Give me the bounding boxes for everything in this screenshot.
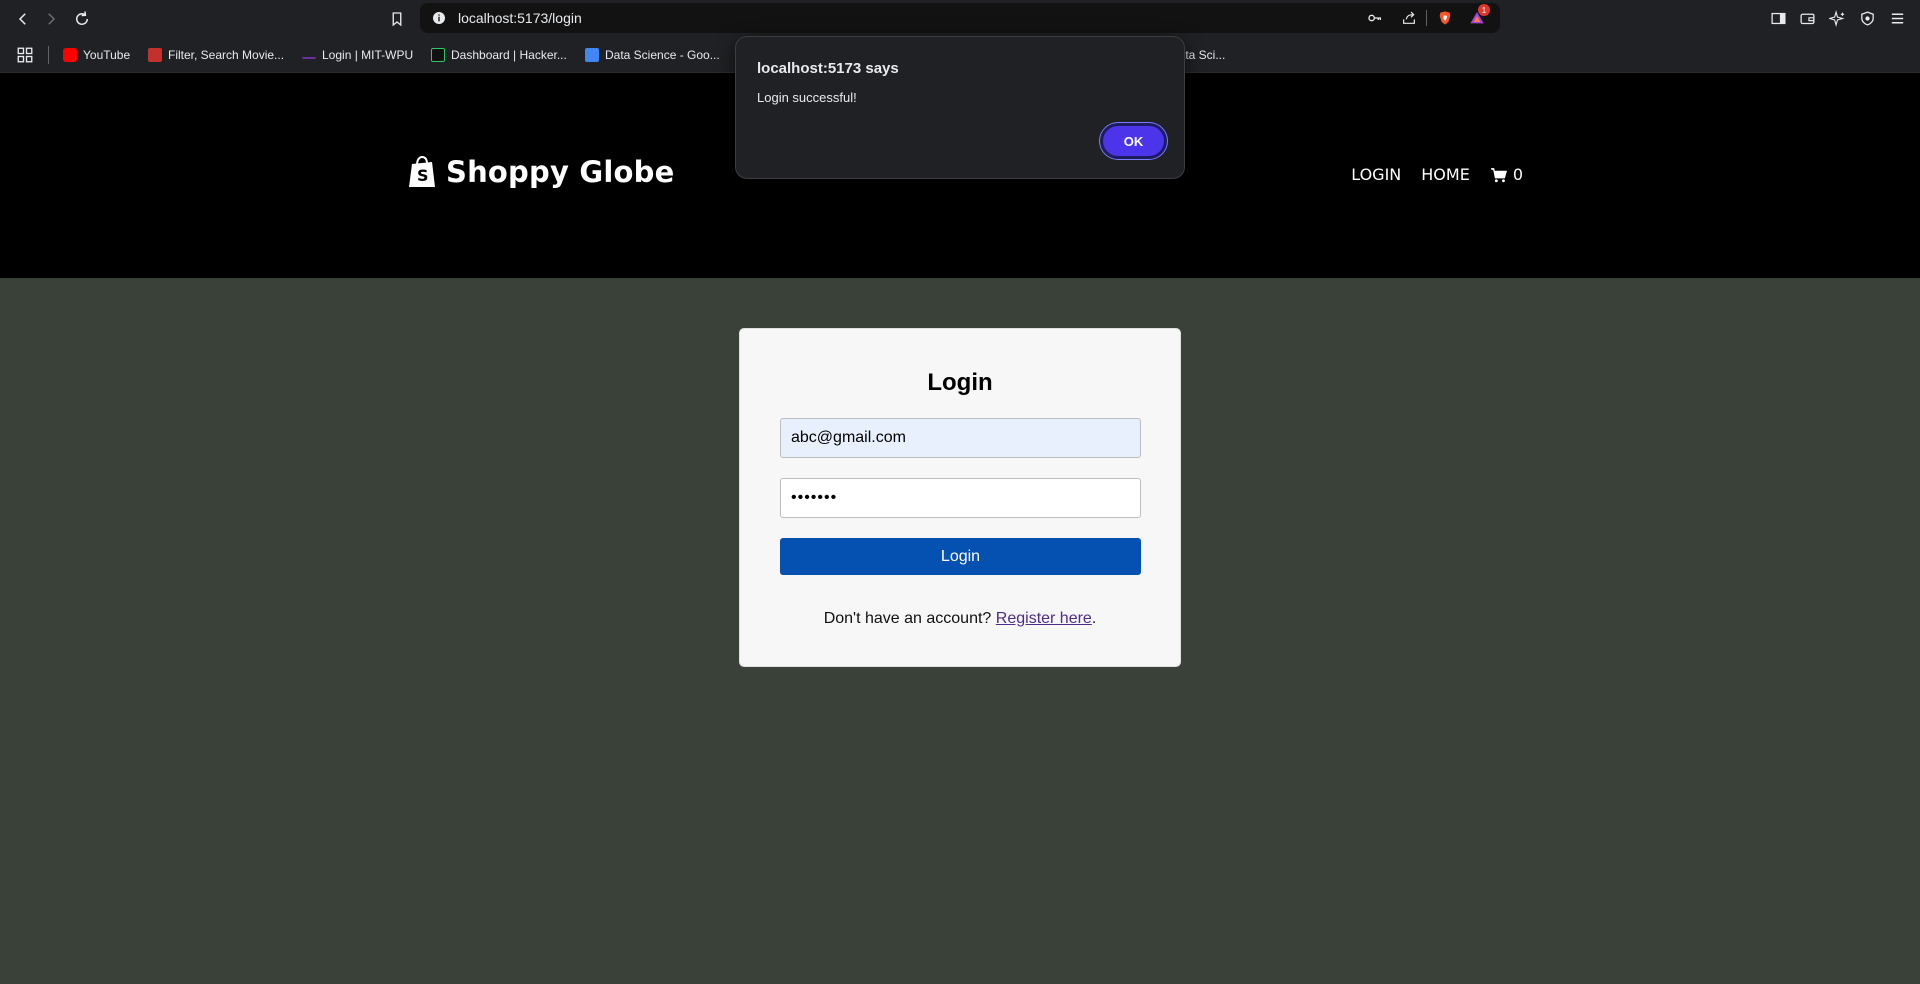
wallet-icon[interactable]	[1797, 8, 1817, 28]
cart-count: 0	[1512, 165, 1523, 184]
bookmark-hacker-dashboard[interactable]: Dashboard | Hacker...	[431, 46, 567, 64]
register-suffix: .	[1091, 610, 1097, 627]
bookmark-page-button[interactable]	[384, 6, 410, 32]
bookmark-label: Dashboard | Hacker...	[451, 48, 567, 62]
forward-button[interactable]	[38, 6, 64, 32]
bookmark-filter-search-movie[interactable]: Filter, Search Movie...	[148, 46, 284, 64]
key-icon[interactable]	[1366, 9, 1384, 27]
register-prompt: Don't have an account? Register here.	[740, 610, 1180, 628]
movie-site-icon	[148, 48, 162, 62]
address-divider	[1426, 10, 1427, 26]
alert-dialog: localhost:5173 says Login successful! OK	[735, 36, 1185, 179]
nav-home-link[interactable]: HOME	[1421, 165, 1470, 184]
register-link[interactable]: Register here	[996, 610, 1092, 627]
bookmark-mit-wpu-login[interactable]: Login | MIT-WPU	[302, 46, 413, 64]
bookmark-label: Login | MIT-WPU	[322, 48, 414, 62]
password-field[interactable]: •••••••	[780, 478, 1141, 518]
bookmark-divider	[48, 46, 49, 64]
mit-wpu-icon	[302, 51, 316, 59]
svg-text:S: S	[417, 166, 429, 185]
notification-badge: 1	[1478, 4, 1490, 16]
nav-login-link[interactable]: LOGIN	[1351, 165, 1401, 184]
site-nav: LOGIN HOME 0	[1351, 165, 1523, 184]
bookmark-data-science-doc[interactable]: Data Science - Goo...	[585, 46, 720, 64]
reload-icon	[76, 11, 89, 25]
vpn-icon[interactable]	[1857, 8, 1877, 28]
bookmark-icon	[392, 12, 402, 27]
cart-icon	[1490, 167, 1507, 182]
bookmark-label: YouTube	[83, 48, 131, 62]
menu-icon[interactable]	[1887, 8, 1907, 28]
leo-ai-icon[interactable]	[1827, 8, 1847, 28]
back-button[interactable]	[10, 6, 36, 32]
login-button[interactable]: Login	[780, 538, 1141, 575]
email-field[interactable]: abc@gmail.com	[780, 418, 1141, 458]
hackerrank-icon	[431, 48, 445, 62]
google-docs-icon	[585, 48, 599, 62]
forward-arrow-icon	[48, 13, 56, 25]
brand-name: Shoppy Globe	[446, 155, 675, 189]
login-title: Login	[927, 369, 993, 396]
back-arrow-icon	[18, 13, 26, 25]
address-bar[interactable]: localhost:5173/login 1	[420, 3, 1500, 33]
register-prompt-text: Don't have an account?	[823, 610, 992, 627]
site-info-icon[interactable]	[430, 9, 448, 27]
bookmark-label: Data Science - Goo...	[605, 48, 720, 62]
bookmark-label: Filter, Search Movie...	[168, 48, 285, 62]
reload-button[interactable]	[69, 6, 95, 32]
dialog-ok-button[interactable]: OK	[1100, 123, 1167, 159]
brand[interactable]: S Shoppy Globe	[408, 155, 674, 189]
apps-grid-button[interactable]	[16, 46, 34, 64]
cart-link[interactable]: 0	[1490, 165, 1523, 184]
apps-grid-icon	[17, 47, 33, 63]
rewards-icon[interactable]: 1	[1468, 4, 1490, 27]
youtube-icon	[63, 48, 77, 62]
bookmark-youtube[interactable]: YouTube	[63, 46, 130, 64]
brave-shield-icon[interactable]	[1436, 9, 1454, 27]
share-icon[interactable]	[1400, 9, 1418, 27]
sidebar-icon[interactable]	[1768, 8, 1788, 28]
dialog-title: localhost:5173 says	[757, 60, 899, 77]
shopping-bag-icon: S	[409, 156, 435, 187]
browser-toolbar: localhost:5173/login 1	[0, 0, 1920, 37]
dialog-message: Login successful!	[757, 90, 857, 105]
url-text: localhost:5173/login	[458, 10, 582, 26]
login-card: Login abc@gmail.com ••••••• Login Don't …	[739, 328, 1181, 667]
